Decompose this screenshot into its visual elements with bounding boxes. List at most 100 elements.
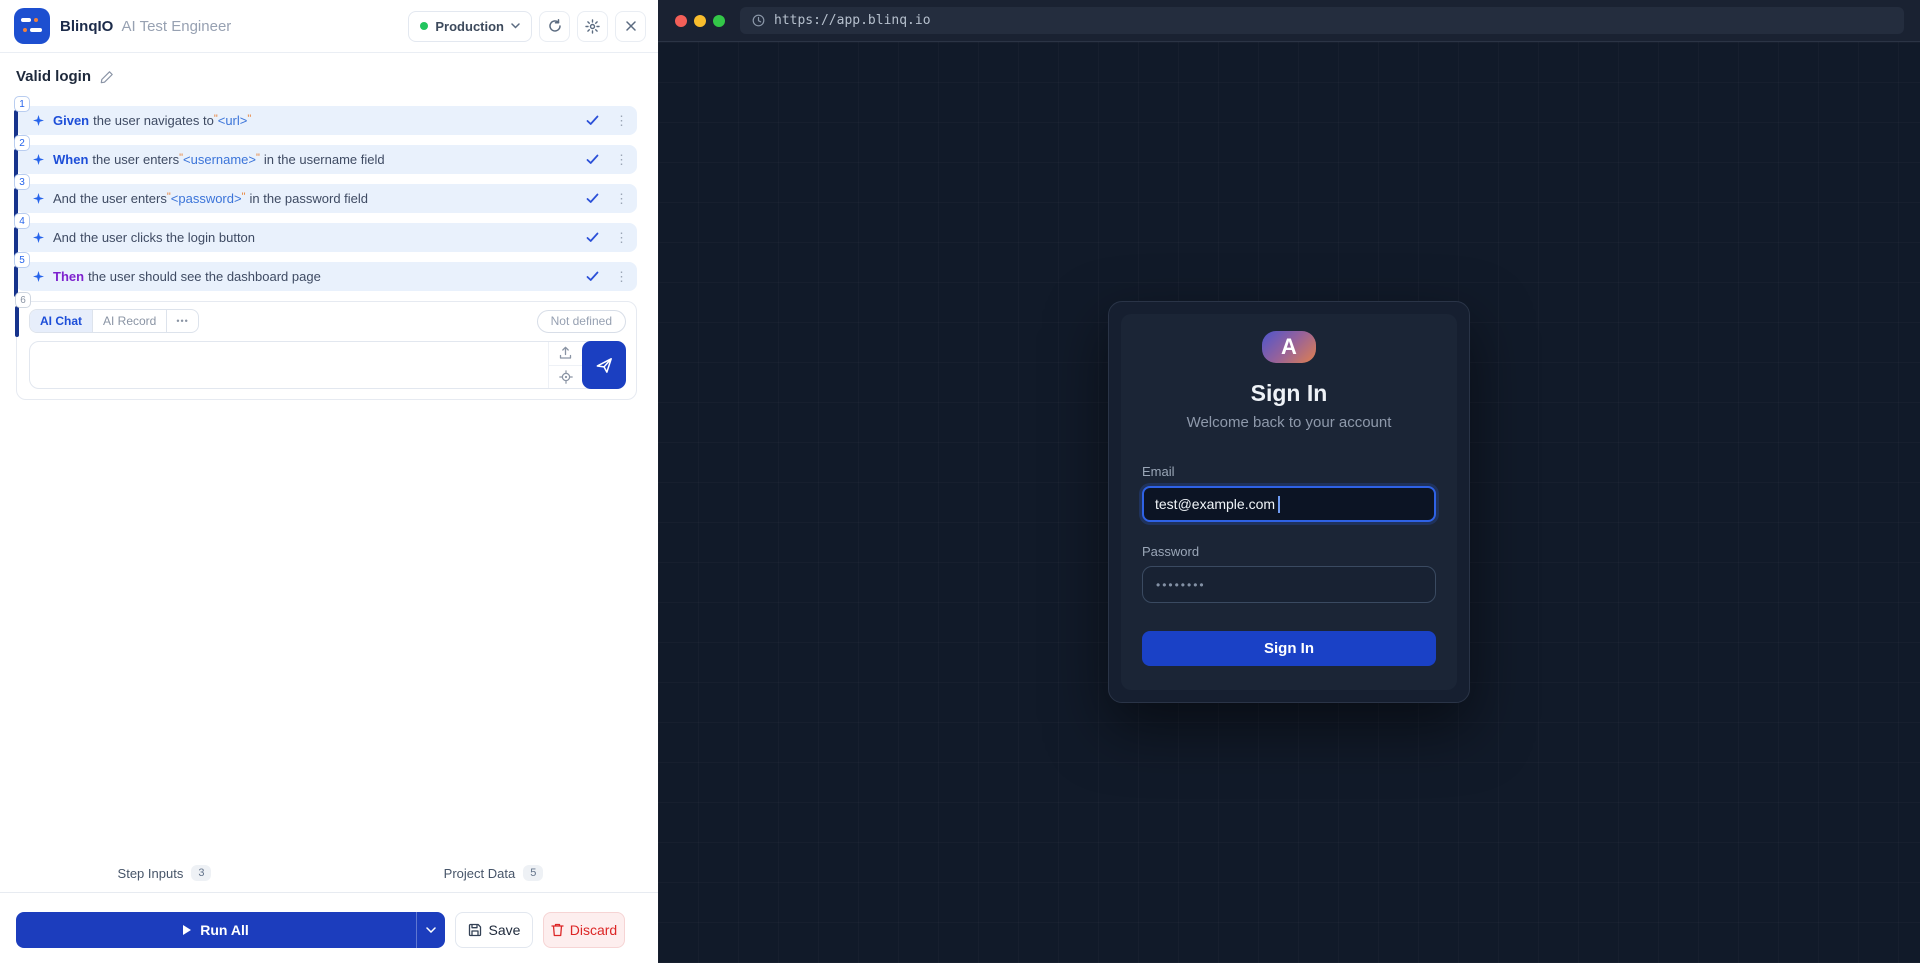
send-button[interactable] <box>582 341 626 389</box>
signin-submit-label: Sign In <box>1264 640 1314 657</box>
tab-project-data[interactable]: Project Data 5 <box>329 865 658 881</box>
refresh-button[interactable] <box>539 11 570 42</box>
signin-submit-button[interactable]: Sign In <box>1142 631 1436 666</box>
email-field[interactable]: test@example.com <box>1142 486 1436 522</box>
tab-ai-chat[interactable]: AI Chat <box>30 310 92 332</box>
save-button[interactable]: Save <box>455 912 533 948</box>
step-row-4[interactable]: 4 And the user clicks the login button ⋮ <box>16 223 637 252</box>
step-number-badge: 3 <box>14 174 30 190</box>
test-editor-panel: BlinqIO AI Test Engineer Production <box>0 0 658 963</box>
project-data-count-badge: 5 <box>523 865 543 881</box>
check-icon <box>586 232 599 243</box>
step-parameter: <username> <box>179 152 260 167</box>
step-text: in the username field <box>264 152 385 167</box>
chevron-down-icon <box>426 927 436 933</box>
step-keyword: Given <box>53 113 89 128</box>
edit-pencil-icon[interactable] <box>100 70 114 84</box>
text-cursor <box>1278 496 1280 513</box>
tab-ai-record[interactable]: AI Record <box>92 310 166 332</box>
save-icon <box>468 923 482 937</box>
step-number-badge: 6 <box>15 292 31 308</box>
app-avatar-logo: A <box>1262 331 1316 363</box>
editor-mode-tabs: AI Chat AI Record ••• <box>29 309 199 333</box>
browser-chrome-bar: https://app.blinq.io <box>658 0 1920 42</box>
step-editor-card: 6 AI Chat AI Record ••• Not defined <box>16 301 637 400</box>
more-tabs-button[interactable]: ••• <box>166 310 197 332</box>
maximize-window-icon[interactable] <box>713 15 725 27</box>
sparkle-icon <box>33 232 44 243</box>
gear-icon <box>585 19 600 34</box>
step-menu-button[interactable]: ⋮ <box>615 191 627 207</box>
remote-browser-view: https://app.blinq.io A Sign In Welcome b… <box>658 0 1920 963</box>
step-row-5[interactable]: 5 Then the user should see the dashboard… <box>16 262 637 291</box>
step-number-badge: 2 <box>14 135 30 151</box>
step-text: the user clicks the login button <box>80 230 255 245</box>
step-row-2[interactable]: 2 When the user enters <username> in the… <box>16 145 637 174</box>
step-inputs-count-badge: 3 <box>191 865 211 881</box>
status-dot-icon <box>420 22 428 30</box>
step-text: the user enters <box>80 191 167 206</box>
ai-chat-input[interactable] <box>30 342 548 388</box>
close-panel-button[interactable] <box>615 11 646 42</box>
logo-letter: A <box>1281 334 1297 360</box>
product-name: AI Test Engineer <box>122 18 232 35</box>
address-bar[interactable]: https://app.blinq.io <box>740 7 1904 34</box>
send-icon <box>595 356 614 375</box>
save-label: Save <box>489 922 521 938</box>
email-label: Email <box>1142 464 1436 479</box>
upload-icon <box>559 346 572 360</box>
minimize-window-icon[interactable] <box>694 15 706 27</box>
app-root: BlinqIO AI Test Engineer Production <box>0 0 1920 963</box>
step-menu-button[interactable]: ⋮ <box>615 152 627 168</box>
step-row-1[interactable]: 1 Given the user navigates to <url> ⋮ <box>16 106 637 135</box>
step-text: the user enters <box>92 152 179 167</box>
brand-name: BlinqIO <box>60 18 113 35</box>
run-all-button[interactable]: Run All <box>16 912 416 948</box>
target-button[interactable] <box>549 366 582 389</box>
step-number-badge: 5 <box>14 252 30 268</box>
step-text: in the password field <box>250 191 369 206</box>
password-label: Password <box>1142 544 1436 559</box>
blinqio-logo <box>14 8 50 44</box>
step-keyword: When <box>53 152 88 167</box>
target-icon <box>559 370 573 384</box>
close-icon <box>625 20 637 32</box>
close-window-icon[interactable] <box>675 15 687 27</box>
signin-heading: Sign In <box>1251 380 1328 407</box>
run-options-dropdown[interactable] <box>416 912 445 948</box>
window-controls <box>675 15 725 27</box>
sparkle-icon <box>33 115 44 126</box>
step-row-3[interactable]: 3 And the user enters <password> in the … <box>16 184 637 213</box>
password-masked-value: •••••••• <box>1156 578 1206 592</box>
password-field[interactable]: •••••••• <box>1142 566 1436 603</box>
signin-card: A Sign In Welcome back to your account E… <box>1108 301 1470 703</box>
sparkle-icon <box>33 154 44 165</box>
step-keyword: And <box>53 191 76 206</box>
step-keyword: And <box>53 230 76 245</box>
steps-list: 1 Given the user navigates to <url> ⋮ 2 … <box>0 106 658 400</box>
step-parameter: <url> <box>214 113 251 128</box>
step-text: the user should see the dashboard page <box>88 269 321 284</box>
discard-button[interactable]: Discard <box>543 912 625 948</box>
step-menu-button[interactable]: ⋮ <box>615 269 627 285</box>
settings-button[interactable] <box>577 11 608 42</box>
email-value: test@example.com <box>1155 496 1275 512</box>
check-icon <box>586 154 599 165</box>
upload-button[interactable] <box>549 342 582 366</box>
discard-label: Discard <box>570 922 617 938</box>
step-parameter: <password> <box>167 191 246 206</box>
step-menu-button[interactable]: ⋮ <box>615 113 627 129</box>
play-icon <box>183 925 191 935</box>
status-badge: Not defined <box>537 310 626 333</box>
sparkle-icon <box>33 271 44 282</box>
sparkle-icon <box>33 193 44 204</box>
step-menu-button[interactable]: ⋮ <box>615 230 627 246</box>
app-title: BlinqIO AI Test Engineer <box>60 18 231 35</box>
run-all-button-group: Run All <box>16 912 445 948</box>
tab-step-inputs[interactable]: Step Inputs 3 <box>0 865 329 881</box>
trash-icon <box>551 923 564 937</box>
chevron-down-icon <box>511 23 520 29</box>
refresh-icon <box>548 19 562 33</box>
panel-header: BlinqIO AI Test Engineer Production <box>0 0 658 53</box>
environment-selector[interactable]: Production <box>408 11 532 42</box>
